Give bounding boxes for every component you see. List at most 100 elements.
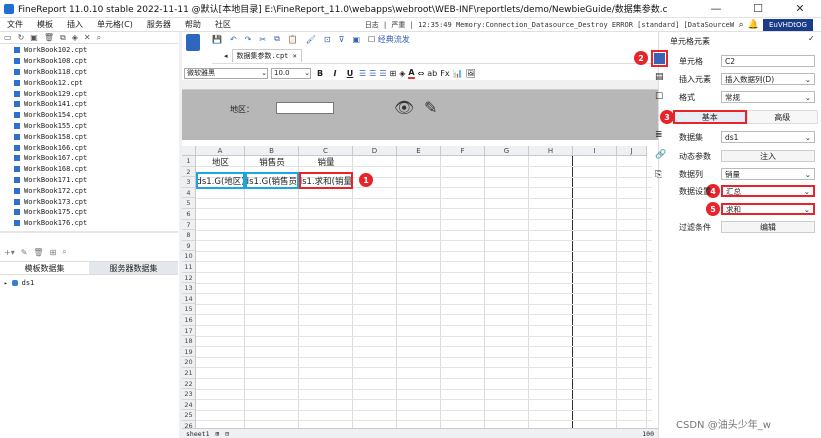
align-center-icon[interactable]: ☰ [369, 69, 376, 78]
add-icon[interactable]: +▾ [4, 248, 15, 257]
refresh-icon[interactable]: ↻ [18, 33, 25, 42]
chart-icon[interactable]: 📊 [453, 69, 463, 78]
aggregate-select[interactable]: 求和 ⌄ [721, 203, 815, 215]
row-header[interactable]: 21 [182, 368, 196, 379]
file-item[interactable]: WorkBook129.cpt [0, 88, 178, 99]
column-header[interactable]: C [299, 146, 353, 156]
row-header[interactable]: 13 [182, 283, 196, 294]
underline-button[interactable]: U [344, 69, 356, 78]
condition-icon[interactable]: ⎘ [655, 170, 662, 180]
pencil-icon[interactable]: ✎ [424, 98, 437, 117]
row-header[interactable]: 7 [182, 219, 196, 231]
menu-server[interactable]: 服务器 [140, 19, 178, 30]
locate-icon[interactable]: ◈ [72, 33, 78, 42]
file-item[interactable]: WorkBook154.cpt [0, 110, 178, 121]
view-icon[interactable]: ▣ [352, 35, 360, 44]
row-header[interactable]: 24 [182, 399, 196, 411]
menu-file[interactable]: 文件 [0, 19, 30, 30]
bell-icon[interactable]: 🔔 [748, 20, 759, 30]
delete-icon[interactable]: 🗑 [33, 248, 43, 257]
file-item[interactable]: WorkBook118.cpt [0, 67, 178, 78]
row-header[interactable]: 19 [182, 346, 196, 358]
dataset-item[interactable]: ▸ ds1 [4, 279, 34, 287]
tab-server-dataset[interactable]: 服务器数据集 [89, 262, 178, 274]
font-color-icon[interactable]: A [408, 68, 415, 79]
row-header[interactable]: 1 [182, 156, 196, 167]
user-button[interactable]: EuVHDtOG [763, 18, 813, 31]
new-folder-icon[interactable]: ▭ [4, 33, 12, 42]
file-item[interactable]: WorkBook12.cpt [0, 77, 178, 88]
dataset-select[interactable]: ds1 ⌄ [721, 131, 815, 143]
row-header[interactable]: 5 [182, 198, 196, 209]
redo-icon[interactable]: ↷ [245, 35, 252, 44]
column-header[interactable]: A [196, 146, 245, 156]
data-setting-select[interactable]: 汇总 ⌄ [721, 185, 815, 197]
row-header[interactable]: 16 [182, 315, 196, 326]
format-painter-icon[interactable]: 🖌 [306, 35, 316, 44]
widget-settings-icon[interactable]: ≣ [655, 130, 663, 140]
row-header[interactable]: 20 [182, 357, 196, 368]
row-header[interactable]: 2 [182, 166, 196, 178]
row-header[interactable]: 4 [182, 187, 196, 199]
cell-c2[interactable]: ds1.求和(销量) [299, 172, 353, 189]
row-header[interactable]: 9 [182, 240, 196, 252]
file-item[interactable]: WorkBook175.cpt [0, 207, 178, 218]
maximize-button[interactable]: ☐ [737, 0, 779, 18]
filter-icon[interactable]: ⊽ [339, 35, 345, 44]
font-family-select[interactable]: 微软雅黑 ⌄ [184, 67, 268, 79]
cell-element-icon[interactable] [654, 53, 665, 64]
menu-cell[interactable]: 单元格(C) [90, 19, 140, 30]
doc-tab-active[interactable]: 数据集参数.cpt ✕ [231, 49, 302, 62]
format-select[interactable]: 常规 ⌄ [721, 91, 815, 103]
copy-icon[interactable]: ⧉ [60, 33, 66, 43]
tab-template-dataset[interactable]: 模板数据集 [0, 262, 89, 274]
file-item[interactable]: WorkBook171.cpt [0, 175, 178, 186]
menu-insert[interactable]: 插入 [60, 19, 90, 30]
file-item[interactable]: WorkBook102.cpt [0, 45, 178, 56]
column-header[interactable]: I [573, 146, 617, 156]
row-header[interactable]: 25 [182, 410, 196, 421]
save-icon[interactable]: 💾 [212, 35, 222, 44]
italic-button[interactable]: I [329, 69, 341, 78]
preview-icon[interactable]: ⊡ [324, 35, 331, 44]
column-header[interactable]: G [485, 146, 529, 156]
data-column-select[interactable]: 销量 ⌄ [721, 168, 815, 180]
tab-basic[interactable]: 基本 [673, 110, 747, 124]
add-sheet-icon[interactable]: ⊞ [215, 430, 219, 438]
close-button[interactable]: ✕ [779, 0, 821, 18]
link-icon[interactable]: 🔗 [655, 150, 666, 160]
insert-select[interactable]: 插入数据列(D) ⌄ [721, 73, 815, 85]
file-item[interactable]: WorkBook167.cpt [0, 153, 178, 164]
cell-b2[interactable]: ds1.G(销售员) [245, 172, 299, 189]
file-item[interactable]: WorkBook173.cpt [0, 196, 178, 207]
file-item[interactable]: WorkBook108.cpt [0, 56, 178, 67]
tab-advanced[interactable]: 高级 [746, 110, 818, 124]
close-all-icon[interactable]: ✕ [84, 33, 91, 42]
column-header[interactable]: H [529, 146, 573, 156]
border-icon[interactable]: ⊞ [390, 69, 397, 78]
cell-field[interactable]: C2 [721, 55, 815, 67]
search-icon[interactable]: ⌕ [62, 247, 66, 257]
menu-community[interactable]: 社区 [208, 19, 238, 30]
cell-b1[interactable]: 销售员 [245, 156, 299, 168]
row-header[interactable]: 14 [182, 293, 196, 305]
cut-icon[interactable]: ✂ [259, 35, 266, 44]
float-element-icon[interactable]: ☐ [655, 92, 663, 102]
column-header[interactable]: J [617, 146, 647, 156]
param-input-box[interactable] [276, 102, 334, 114]
file-item[interactable]: WorkBook166.cpt [0, 142, 178, 153]
column-header[interactable]: F [441, 146, 485, 156]
row-header[interactable]: 6 [182, 209, 196, 220]
menu-help[interactable]: 帮助 [178, 19, 208, 30]
cell-attribute-icon[interactable]: ▤ [655, 72, 664, 82]
merge-icon[interactable]: ⇔ [418, 69, 425, 78]
copy-icon[interactable]: ⧉ [274, 34, 280, 44]
hide-eye-icon[interactable]: 👁 [394, 98, 414, 117]
wrap-icon[interactable]: ab [427, 69, 437, 78]
cell-a2[interactable]: ds1.G(地区) [196, 172, 245, 189]
inject-button[interactable]: 注入 [721, 150, 815, 162]
chevron-left-icon[interactable]: ◂ [224, 52, 228, 60]
row-header[interactable]: 11 [182, 262, 196, 273]
row-header[interactable]: 8 [182, 230, 196, 241]
corner-cell[interactable] [182, 146, 196, 156]
